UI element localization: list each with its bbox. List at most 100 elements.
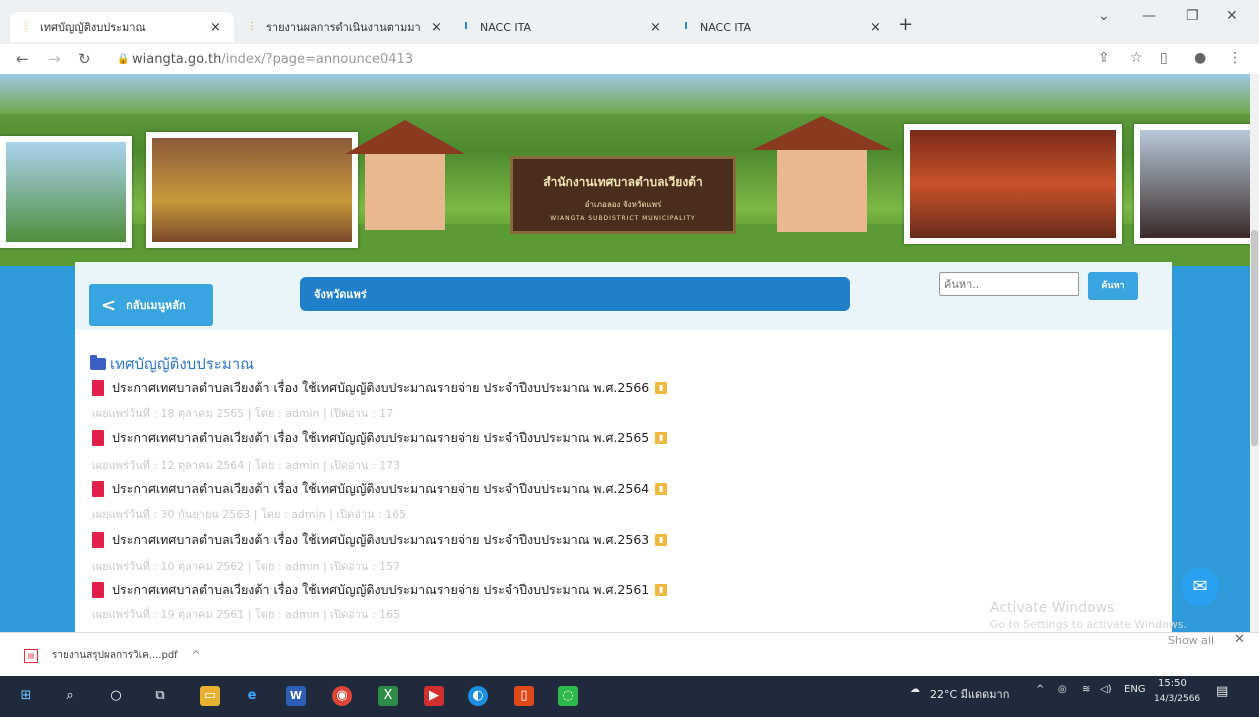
word-icon[interactable]: W xyxy=(286,686,306,706)
url-field[interactable]: wiangta.go.th/index/?page=announce0413 xyxy=(132,52,413,67)
download-item[interactable]: ▤ รายงานสรุปผลการวิเค....pdf ^ xyxy=(24,648,200,663)
document-link[interactable]: ประกาศเทศบาลตำบลเวียงต้า เรื่อง ใช้เทศบั… xyxy=(112,378,649,398)
tab-1[interactable]: ⋮ เทศบัญญัติงบประมาณ × xyxy=(10,12,234,42)
office-icon[interactable]: ▯ xyxy=(514,686,534,706)
clock-date[interactable]: 14/3/2566 xyxy=(1154,694,1200,704)
document-link[interactable]: ประกาศเทศบาลตำบลเวียงต้า เรื่อง ใช้เทศบั… xyxy=(112,428,649,448)
reload-icon[interactable]: ↻ xyxy=(78,50,91,68)
banner-photo-shrine xyxy=(904,124,1122,244)
back-button-label: กลับเมนูหลัก xyxy=(126,299,186,312)
excel-icon[interactable]: X xyxy=(378,686,398,706)
url-path: /index/?page=announce0413 xyxy=(221,52,414,67)
document-meta: เผยแพร่วันที่ : 19 ตุลาคม 2561 | โดย : a… xyxy=(92,608,401,621)
window-close-icon[interactable]: ✕ xyxy=(1226,8,1238,24)
side-panel-icon[interactable]: ▯ xyxy=(1160,50,1168,66)
download-bar-close-icon[interactable]: ✕ xyxy=(1234,632,1245,647)
tab-close-icon[interactable]: × xyxy=(431,20,442,35)
list-item[interactable]: ประกาศเทศบาลตำบลเวียงต้า เรื่อง ใช้เทศบั… xyxy=(92,479,668,499)
chevron-left-icon: < xyxy=(101,294,117,316)
statistics-icon[interactable]: ▮ xyxy=(655,432,668,444)
sign-subtitle: อำเภอลอง จังหวัดแพร่ xyxy=(584,200,662,209)
task-view-icon[interactable]: ⧉ xyxy=(150,686,170,706)
statistics-icon[interactable]: ▮ xyxy=(655,534,668,546)
clock-time[interactable]: 15:50 xyxy=(1158,678,1187,689)
activate-windows-watermark: Activate Windows xyxy=(990,600,1115,616)
profile-icon[interactable]: ● xyxy=(1194,50,1206,66)
share-icon[interactable]: ⇪ xyxy=(1098,50,1110,66)
sign-english: WIANGTA SUBDISTRICT MUNICIPALITY xyxy=(550,215,696,222)
line-app-icon[interactable]: ◌ xyxy=(558,686,578,706)
tab-3-label: NACC ITA xyxy=(480,20,532,34)
cortana-icon[interactable]: ○ xyxy=(106,686,126,706)
menu-dots-icon[interactable]: ⋮ xyxy=(1228,50,1242,66)
chrome-icon[interactable]: ◉ xyxy=(332,686,352,706)
banner-sky xyxy=(0,74,1259,114)
scrollbar-thumb[interactable] xyxy=(1251,230,1258,446)
pdf-file-icon xyxy=(92,481,104,497)
tab-close-icon[interactable]: × xyxy=(870,20,881,35)
sign-title: สำนักงานเทศบาลตำบลเวียงต้า xyxy=(543,175,703,189)
tray-chevron-up-icon[interactable]: ^ xyxy=(1036,684,1044,695)
volume-icon[interactable]: ◁) xyxy=(1100,684,1112,695)
category-heading: เทศบัญญัติงบประมาณ xyxy=(90,352,254,376)
statistics-icon[interactable]: ▮ xyxy=(655,584,668,596)
weather-text[interactable]: 22°C มีแดดมาก xyxy=(930,685,1009,703)
forward-arrow-icon[interactable]: → xyxy=(48,50,61,68)
document-meta: เผยแพร่วันที่ : 30 กันยายน 2563 | โดย : … xyxy=(92,508,407,521)
windows-start-icon[interactable]: ⊞ xyxy=(16,686,36,706)
list-item[interactable]: ประกาศเทศบาลตำบลเวียงต้า เรื่อง ใช้เทศบั… xyxy=(92,530,668,550)
list-item[interactable]: ประกาศเทศบาลตำบลเวียงต้า เรื่อง ใช้เทศบั… xyxy=(92,378,668,398)
chevron-up-icon[interactable]: ^ xyxy=(192,650,200,661)
wifi-icon[interactable]: ≋ xyxy=(1082,684,1090,695)
pdf-file-icon xyxy=(92,532,104,548)
banner-photo-temple xyxy=(0,136,132,248)
tab-2-label: รายงานผลการดำเนินงานตามมาตรการ xyxy=(266,21,421,34)
province-label: จังหวัดแพร่ xyxy=(314,288,367,301)
weather-icon[interactable]: ☁ xyxy=(910,684,920,695)
banner-photo-tree xyxy=(1134,124,1259,244)
search-icon[interactable]: ⌕ xyxy=(60,686,80,706)
document-meta: เผยแพร่วันที่ : 18 ตุลาคม 2565 | โดย : a… xyxy=(92,407,394,420)
tray-app-icon[interactable]: ◎ xyxy=(1058,684,1067,695)
activate-windows-hint: Go to Settings to activate Windows. xyxy=(990,618,1188,631)
tab-2[interactable]: ⋮ รายงานผลการดำเนินงานตามมาตรการ × xyxy=(236,12,448,42)
bookmark-star-icon[interactable]: ☆ xyxy=(1130,50,1143,66)
document-link[interactable]: ประกาศเทศบาลตำบลเวียงต้า เรื่อง ใช้เทศบั… xyxy=(112,580,649,600)
new-tab-button[interactable]: + xyxy=(898,14,913,35)
tab-close-icon[interactable]: × xyxy=(210,20,221,35)
input-language[interactable]: ENG xyxy=(1124,684,1146,695)
search-input[interactable] xyxy=(939,272,1079,296)
document-meta: เผยแพร่วันที่ : 12 ตุลาคม 2564 | โดย : a… xyxy=(92,459,401,472)
internet-explorer-icon[interactable]: e xyxy=(242,686,262,706)
document-link[interactable]: ประกาศเทศบาลตำบลเวียงต้า เรื่อง ใช้เทศบั… xyxy=(112,479,649,499)
restore-icon[interactable]: ❐ xyxy=(1186,8,1199,24)
document-meta: เผยแพร่วันที่ : 10 ตุลาคม 2562 | โดย : a… xyxy=(92,560,401,573)
back-to-main-menu-button[interactable]: < กลับเมนูหลัก xyxy=(89,284,213,326)
messenger-chat-icon[interactable]: ✉ xyxy=(1181,568,1219,606)
list-item[interactable]: ประกาศเทศบาลตำบลเวียงต้า เรื่อง ใช้เทศบั… xyxy=(92,580,668,600)
province-header: จังหวัดแพร่ xyxy=(300,277,850,311)
pdf-file-icon xyxy=(92,430,104,446)
tab-4[interactable]: I NACC ITA × xyxy=(670,12,888,42)
statistics-icon[interactable]: ▮ xyxy=(655,382,668,394)
minimize-icon[interactable]: — xyxy=(1142,8,1156,24)
list-item[interactable]: ประกาศเทศบาลตำบลเวียงต้า เรื่อง ใช้เทศบั… xyxy=(92,428,668,448)
tab-1-label: เทศบัญญัติงบประมาณ xyxy=(40,21,146,34)
tab-search-icon[interactable]: ⌄ xyxy=(1098,8,1110,24)
ita-favicon-icon: I xyxy=(684,21,688,32)
loading-favicon-icon: ⋮ xyxy=(247,21,257,32)
file-explorer-icon[interactable]: ▭ xyxy=(200,686,220,706)
back-arrow-icon[interactable]: ← xyxy=(16,50,29,68)
download-file-name: รายงานสรุปผลการวิเค....pdf xyxy=(52,650,178,661)
ita-favicon-icon: I xyxy=(464,21,468,32)
statistics-icon[interactable]: ▮ xyxy=(655,483,668,495)
notification-icon[interactable]: ▤ xyxy=(1216,684,1228,699)
search-button[interactable]: ค้นหา xyxy=(1088,272,1138,300)
tab-3[interactable]: I NACC ITA × xyxy=(450,12,668,42)
edge-icon[interactable]: ◐ xyxy=(468,686,488,706)
tab-close-icon[interactable]: × xyxy=(650,20,661,35)
show-all-downloads-button[interactable]: Show all xyxy=(1168,634,1214,647)
document-link[interactable]: ประกาศเทศบาลตำบลเวียงต้า เรื่อง ใช้เทศบั… xyxy=(112,530,649,550)
media-player-icon[interactable]: ▶ xyxy=(424,686,444,706)
pdf-download-icon: ▤ xyxy=(24,648,38,663)
